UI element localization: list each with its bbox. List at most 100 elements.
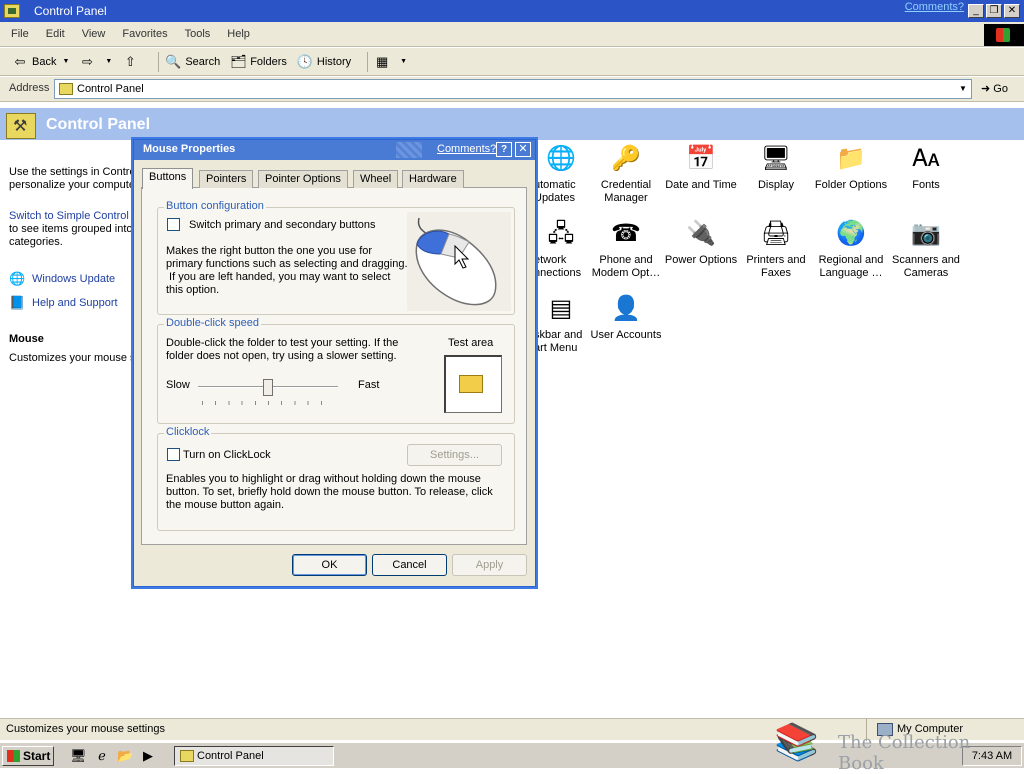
- back-dropdown-icon[interactable]: ▼: [62, 58, 69, 65]
- clicklock-label[interactable]: Turn on ClickLock: [183, 449, 271, 462]
- history-button[interactable]: 🕓 History: [297, 54, 351, 69]
- watermark: 📚 The Collection Book: [774, 720, 1014, 774]
- icon-date-time[interactable]: 📅 Date and Time: [664, 143, 738, 192]
- calendar-icon: 📅: [686, 145, 716, 172]
- status-text: Customizes your mouse settings: [6, 723, 165, 735]
- help-support-link[interactable]: 📘 Help and Support: [9, 295, 135, 311]
- icon-label: User Accounts: [590, 329, 662, 341]
- title-decoration: [396, 142, 422, 158]
- menu-bar: File Edit View Favorites Tools Help: [0, 22, 1024, 47]
- views-dropdown-icon[interactable]: ▼: [400, 58, 407, 65]
- tab-pointers[interactable]: Pointers: [199, 170, 254, 188]
- icon-label: Date and Time: [665, 179, 737, 191]
- go-button[interactable]: ➜ Go: [981, 82, 1008, 95]
- user-icon: 👤: [611, 295, 641, 322]
- views-button[interactable]: ▦ ▼: [374, 54, 407, 69]
- taskbar-item-label: Control Panel: [197, 750, 264, 762]
- close-icon[interactable]: ✕: [515, 142, 531, 157]
- switch-buttons-checkbox[interactable]: [167, 218, 180, 231]
- group-title: Clicklock: [164, 426, 212, 438]
- explorer-icon[interactable]: 📂: [117, 748, 133, 764]
- minimize-icon[interactable]: _: [968, 4, 984, 18]
- tab-hardware[interactable]: Hardware: [402, 170, 464, 188]
- icon-label: Regional and Language …: [818, 254, 884, 279]
- icon-display[interactable]: 🖥 Display: [739, 143, 813, 192]
- control-panel-icon: [59, 83, 73, 95]
- tab-buttons[interactable]: Buttons: [142, 168, 194, 189]
- desc-line: If you are left handed, you may want to …: [166, 271, 391, 283]
- start-button[interactable]: Start: [2, 746, 54, 766]
- test-area[interactable]: [444, 355, 502, 413]
- cancel-button[interactable]: Cancel: [372, 554, 447, 576]
- printer-icon: 🖨: [760, 220, 792, 247]
- clicklock-settings-button[interactable]: Settings...: [407, 444, 502, 466]
- mouse-icon: [415, 217, 497, 306]
- icon-label: Fonts: [912, 179, 940, 191]
- windows-flag-icon: [7, 750, 20, 762]
- folders-label: Folders: [250, 55, 287, 68]
- icon-label: Credential Manager: [600, 179, 652, 204]
- comments-link[interactable]: Comments?: [905, 1, 964, 13]
- up-folder-button[interactable]: ⇧: [122, 54, 142, 69]
- address-bar: Address Control Panel ▼ ➜ Go: [0, 77, 1024, 102]
- panel-title: Control Panel: [46, 116, 151, 133]
- menu-file[interactable]: File: [11, 28, 29, 40]
- address-input[interactable]: Control Panel ▼: [54, 79, 972, 99]
- apply-button[interactable]: Apply: [452, 554, 527, 576]
- clicklock-checkbox[interactable]: [167, 448, 180, 461]
- test-area-label: Test area: [448, 337, 494, 349]
- internet-explorer-icon[interactable]: ℯ: [94, 748, 110, 764]
- restore-icon[interactable]: ❐: [986, 4, 1002, 18]
- slow-label: Slow: [166, 379, 190, 391]
- tab-pointer-options[interactable]: Pointer Options: [258, 170, 348, 188]
- desc-line: primary functions such as selecting and …: [166, 258, 408, 270]
- intro-line: Use the settings in Contro: [9, 166, 135, 178]
- switch-view-link[interactable]: Switch to Simple Control P: [9, 210, 135, 223]
- icon-fonts[interactable]: 🗛 Fonts: [889, 143, 963, 192]
- address-dropdown-icon[interactable]: ▼: [955, 80, 971, 98]
- icon-label: Power Options: [664, 254, 738, 266]
- menu-favorites[interactable]: Favorites: [122, 28, 167, 40]
- back-button[interactable]: ⇦ Back ▼: [12, 54, 70, 69]
- go-label: Go: [993, 83, 1008, 95]
- icon-regional-language[interactable]: 🌍 Regional and Language …: [814, 218, 888, 280]
- switch-buttons-label[interactable]: Switch primary and secondary buttons: [189, 219, 375, 232]
- button-configuration-group: Button configuration Switch primary and …: [157, 200, 515, 315]
- icon-label: Scanners and Cameras: [892, 254, 960, 279]
- close-icon[interactable]: ✕: [1004, 4, 1020, 18]
- power-plug-icon: 🔌: [686, 220, 716, 247]
- menu-help[interactable]: Help: [227, 28, 250, 40]
- ok-button[interactable]: OK: [292, 554, 367, 576]
- key-icon: 🔑: [611, 145, 641, 172]
- dialog-tabs: Buttons Pointers Pointer Options Wheel H…: [141, 168, 527, 189]
- folders-button[interactable]: 🗂 Folders: [230, 54, 287, 69]
- slider-thumb[interactable]: [263, 379, 273, 396]
- media-player-icon[interactable]: ▶: [140, 748, 156, 764]
- menu-edit[interactable]: Edit: [46, 28, 65, 40]
- icon-phone-modem[interactable]: ☎ Phone and Modem Opt…: [589, 218, 663, 280]
- taskbar-item-control-panel[interactable]: Control Panel: [174, 746, 334, 766]
- phone-icon: ☎: [611, 220, 641, 247]
- icon-folder-options[interactable]: 📁 Folder Options: [814, 143, 888, 192]
- forward-dropdown-icon[interactable]: ▼: [105, 58, 112, 65]
- show-desktop-icon[interactable]: 🖥: [70, 748, 87, 764]
- desc-line: Double-click the folder to test your set…: [166, 337, 399, 349]
- search-button[interactable]: 🔍 Search: [165, 54, 221, 69]
- icon-user-accounts[interactable]: 👤 User Accounts: [589, 293, 663, 342]
- icon-credential-manager[interactable]: 🔑 Credential Manager: [589, 143, 663, 205]
- menu-tools[interactable]: Tools: [185, 28, 211, 40]
- menu-view[interactable]: View: [82, 28, 106, 40]
- help-icon[interactable]: ?: [496, 142, 512, 157]
- tab-wheel[interactable]: Wheel: [353, 170, 399, 188]
- switch-view-block: Switch to Simple Control P to see items …: [9, 210, 135, 249]
- icon-scanners-cameras[interactable]: 📷 Scanners and Cameras: [889, 218, 963, 280]
- forward-button[interactable]: ⇨ ▼: [79, 54, 112, 69]
- help-book-icon: 📘: [9, 295, 26, 310]
- dialog-comments-link[interactable]: Comments?: [437, 143, 496, 155]
- windows-update-link[interactable]: 🌐 Windows Update: [9, 271, 135, 287]
- folder-icon[interactable]: [459, 375, 483, 393]
- search-label: Search: [185, 55, 221, 68]
- icon-power-options[interactable]: 🔌 Power Options: [664, 218, 738, 267]
- fonts-icon: 🗛: [912, 145, 940, 172]
- icon-printers-faxes[interactable]: 🖨 Printers and Faxes: [739, 218, 813, 280]
